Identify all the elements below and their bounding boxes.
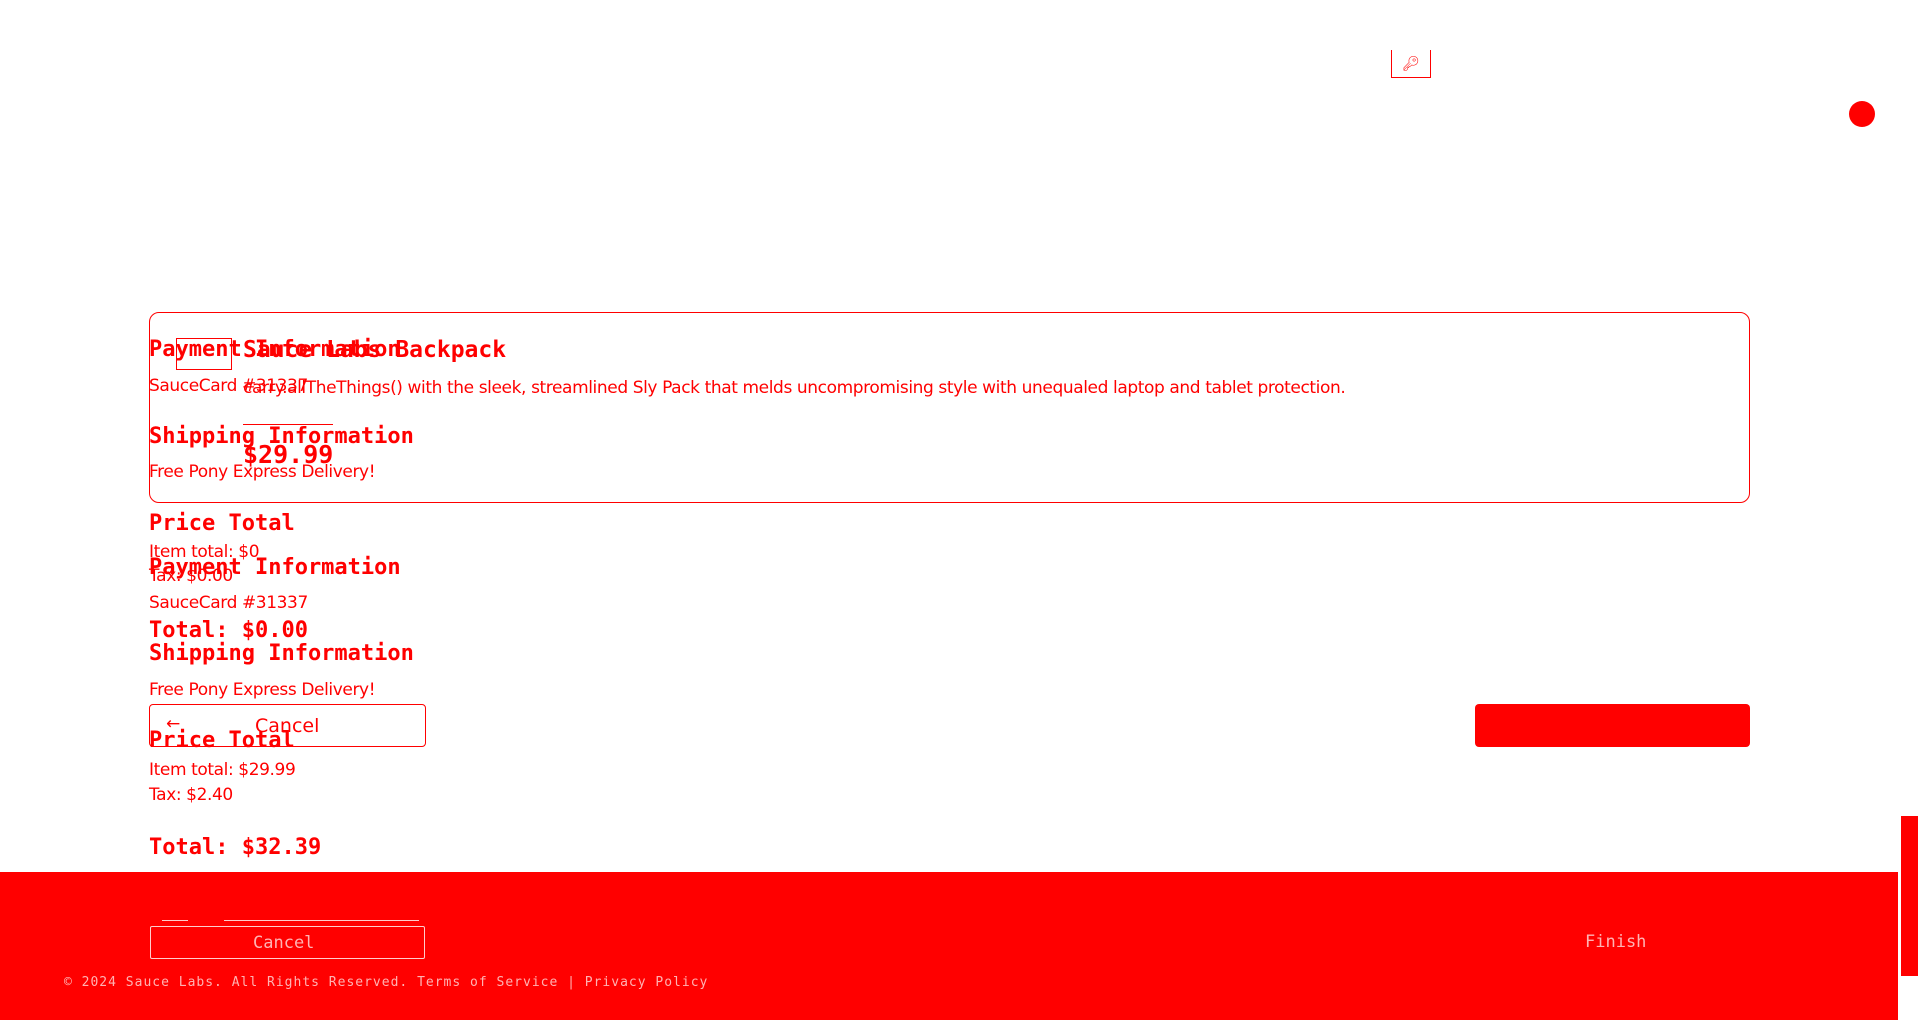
overlay-payment-label: Payment Information bbox=[149, 337, 401, 362]
item-description: carry.allTheThings() with the sleek, str… bbox=[243, 378, 1346, 398]
cancel-button[interactable]: ← Cancel bbox=[149, 704, 426, 747]
overlay-shipping-value: Free Pony Express Delivery! bbox=[149, 462, 376, 482]
shipping-info-value: Free Pony Express Delivery! bbox=[149, 680, 376, 700]
footer-copyright: © 2024 Sauce Labs. All Rights Reserved. … bbox=[64, 975, 709, 990]
overlay-payment-value: SauceCard #31337 bbox=[149, 376, 308, 396]
checkout-overview-page: 🔑︎ Sauce Labs Backpack carry.allTheThing… bbox=[0, 0, 1920, 1020]
scrollbar-thumb[interactable] bbox=[1901, 816, 1918, 976]
arrow-left-icon: ← bbox=[166, 714, 181, 734]
overlay-price-total-label: Price Total bbox=[149, 511, 295, 536]
cancel-button-label: Cancel bbox=[255, 715, 320, 737]
key-button[interactable]: 🔑︎ bbox=[1391, 50, 1431, 78]
footer-divider-short bbox=[162, 920, 188, 921]
tax: Tax: $2.40 bbox=[149, 785, 233, 805]
footer-finish-button[interactable]: Finish bbox=[1585, 932, 1646, 952]
total: Total: $32.39 bbox=[149, 835, 322, 860]
footer-cancel-button[interactable]: Cancel bbox=[150, 926, 425, 959]
cart-badge-dot[interactable] bbox=[1849, 101, 1875, 127]
key-icon: 🔑︎ bbox=[1402, 55, 1420, 72]
finish-button[interactable] bbox=[1475, 704, 1750, 747]
payment-info-label: Payment Information bbox=[149, 555, 401, 580]
overlay-shipping-label: Shipping Information bbox=[149, 424, 414, 449]
shipping-info-label: Shipping Information bbox=[149, 641, 414, 666]
payment-info-value: SauceCard #31337 bbox=[149, 593, 308, 613]
footer-divider-long bbox=[224, 920, 419, 921]
item-total: Item total: $29.99 bbox=[149, 760, 296, 780]
footer-cancel-label: Cancel bbox=[253, 933, 315, 953]
overlay-total: Total: $0.00 bbox=[149, 618, 308, 643]
